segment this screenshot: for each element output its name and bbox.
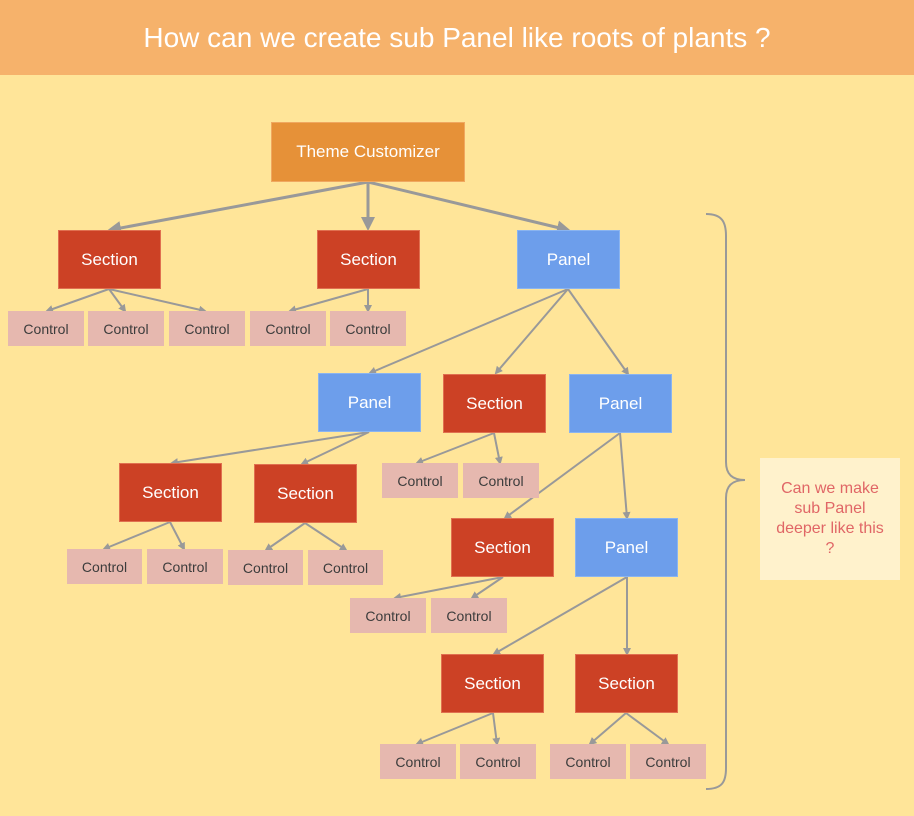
control-label: Control <box>242 559 289 576</box>
question-note-text: Can we make sub Panel deeper like this ? <box>776 480 884 557</box>
section-node: Section <box>317 230 420 289</box>
panel-label: Panel <box>604 537 649 557</box>
control-node: Control <box>550 744 626 779</box>
control-node: Control <box>88 311 164 346</box>
edge-s3-to-c6 <box>415 432 495 465</box>
control-label: Control <box>446 607 492 624</box>
panel-node: Panel <box>517 230 620 289</box>
edge-p1-to-s3 <box>494 288 569 375</box>
control-node: Control <box>460 744 536 779</box>
section-node: Section <box>58 230 161 289</box>
section-label: Section <box>598 673 655 693</box>
section-node: Section <box>575 654 678 713</box>
edge-s5-to-c11 <box>304 522 348 552</box>
edge-root-to-s1 <box>107 180 369 235</box>
control-node: Control <box>431 598 507 633</box>
control-node: Control <box>228 550 303 585</box>
control-label: Control <box>103 320 149 337</box>
section-label: Section <box>142 482 199 502</box>
section-node: Section <box>441 654 544 713</box>
edge-p2-to-s4 <box>170 431 370 467</box>
control-label: Control <box>397 472 443 489</box>
edge-s7-to-c15 <box>492 712 501 746</box>
control-label: Control <box>475 753 521 770</box>
control-node: Control <box>8 311 84 346</box>
edge-s5-to-c10 <box>264 522 306 552</box>
control-label: Control <box>184 320 230 337</box>
control-label: Control <box>162 558 208 575</box>
edge-s3-to-c7 <box>493 432 503 465</box>
control-node: Control <box>169 311 245 346</box>
root-label: Theme Customizer <box>296 142 440 161</box>
edge-s1-to-c1 <box>45 288 110 313</box>
control-node: Control <box>67 549 142 584</box>
control-label: Control <box>645 753 691 770</box>
section-label: Section <box>464 673 521 693</box>
edge-s8-to-c16 <box>588 712 627 746</box>
edge-s7-to-c14 <box>415 712 494 746</box>
control-node: Control <box>147 549 223 584</box>
section-label: Section <box>81 249 138 269</box>
control-node: Control <box>463 463 539 498</box>
section-label: Section <box>466 393 523 413</box>
control-label: Control <box>478 472 524 489</box>
panel-node: Panel <box>575 518 678 577</box>
control-label: Control <box>345 320 391 337</box>
control-node: Control <box>380 744 456 779</box>
section-node: Section <box>119 463 222 522</box>
question-note: Can we make sub Panel deeper like this ? <box>760 458 900 580</box>
edge-s8-to-c17 <box>625 712 670 746</box>
section-node: Section <box>443 374 546 433</box>
control-label: Control <box>565 753 611 770</box>
edge-s2-to-c4 <box>288 288 369 314</box>
panel-label: Panel <box>546 249 591 269</box>
edge-s4-to-c8 <box>102 521 171 551</box>
control-label: Control <box>322 559 369 576</box>
curly-brace <box>705 213 746 790</box>
control-node: Control <box>330 311 406 346</box>
control-node: Control <box>630 744 706 779</box>
control-label: Control <box>395 753 441 770</box>
control-label: Control <box>81 558 128 575</box>
section-label: Section <box>474 537 531 557</box>
panel-label: Panel <box>347 392 392 412</box>
control-node: Control <box>350 598 426 633</box>
edge-p3-to-p4 <box>619 432 631 520</box>
section-node: Section <box>254 464 357 523</box>
control-label: Control <box>365 607 411 624</box>
control-label: Control <box>23 320 69 337</box>
panel-node: Panel <box>569 374 672 433</box>
control-node: Control <box>382 463 458 498</box>
control-node: Control <box>308 550 383 585</box>
section-node: Section <box>451 518 554 577</box>
edge-p1-to-p3 <box>567 288 630 376</box>
section-label: Section <box>340 249 397 269</box>
panel-label: Panel <box>598 393 643 413</box>
section-label: Section <box>277 483 334 503</box>
control-label: Control <box>265 320 311 337</box>
edge-root-to-p1 <box>367 180 571 235</box>
panel-node: Panel <box>318 373 421 432</box>
control-node: Control <box>250 311 326 346</box>
edge-s4-to-c9 <box>169 521 185 551</box>
theme-customizer-node: Theme Customizer <box>271 122 465 182</box>
edge-p4-to-s7 <box>492 576 628 656</box>
